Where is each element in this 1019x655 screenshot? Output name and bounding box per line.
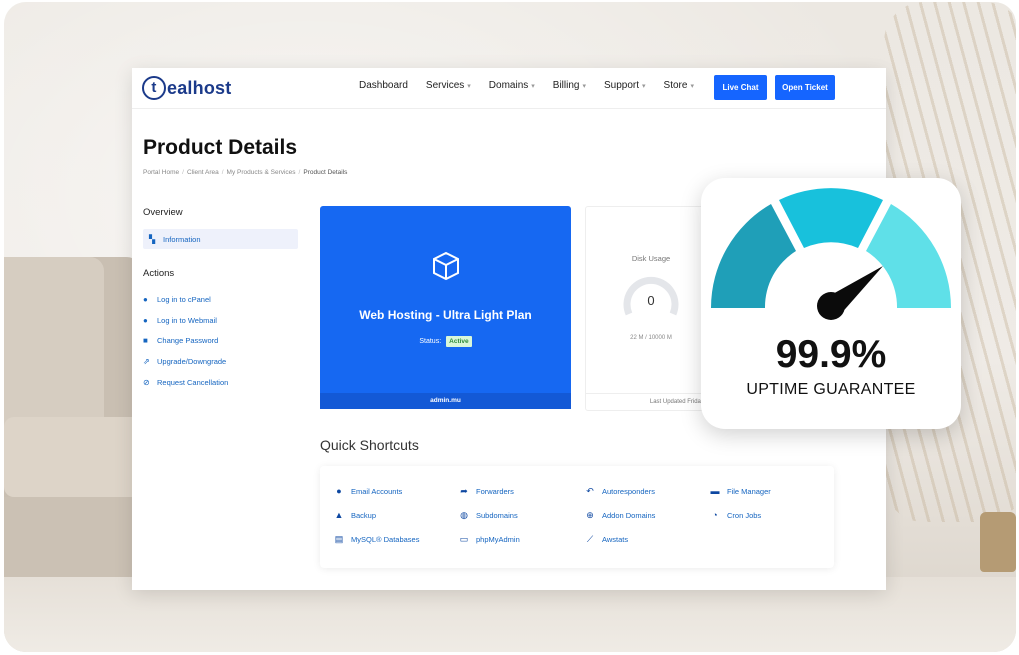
page-title: Product Details <box>143 136 298 159</box>
folder-icon: ▬ <box>710 486 720 496</box>
logo-mark: t <box>142 76 166 100</box>
database-icon: ▤ <box>334 533 344 544</box>
breadcrumb: Portal Home / Client Area / My Products & Se… <box>143 169 348 176</box>
action-cpanel-login[interactable]: ● Log in to cPanel <box>143 295 211 304</box>
action-change-password[interactable]: ■ Change Password <box>143 336 218 345</box>
breadcrumb-my-products[interactable]: My Products & Services <box>227 169 296 176</box>
breadcrumb-client-area[interactable]: Client Area <box>187 169 219 176</box>
reply-icon: ↶ <box>586 485 594 496</box>
chevron-down-icon: ▾ <box>582 83 586 90</box>
nav-services[interactable]: Services ▾ <box>426 80 471 91</box>
live-chat-button[interactable]: Live Chat <box>714 75 767 100</box>
shortcut-addon-domains[interactable]: ⊕ Addon Domains <box>585 510 655 520</box>
product-status: Status: Active <box>320 336 571 347</box>
uptime-percentage: 99.9% <box>775 333 887 376</box>
breadcrumb-portal-home[interactable]: Portal Home <box>143 169 179 176</box>
chevron-down-icon: ▾ <box>642 83 646 90</box>
status-badge: Active <box>446 336 472 347</box>
uptime-caption: UPTIME GUARANTEE <box>746 381 916 398</box>
nav-dashboard[interactable]: Dashboard <box>359 80 408 91</box>
action-upgrade-downgrade[interactable]: ⇗ Upgrade/Downgrade <box>143 357 226 366</box>
sidebar-overview-heading: Overview <box>143 207 183 218</box>
sidebar-item-information-label[interactable]: ▚ Information <box>149 235 201 244</box>
logo-text: ealhost <box>167 77 232 98</box>
backup-icon: ▲ <box>334 510 344 520</box>
sofa-decor <box>4 257 144 577</box>
user-icon: ● <box>336 486 342 496</box>
upgrade-icon: ⇗ <box>143 356 150 366</box>
quick-shortcuts-title: Quick Shortcuts <box>320 437 419 453</box>
nav-billing[interactable]: Billing ▾ <box>553 80 586 91</box>
breadcrumb-current: Product Details <box>303 169 348 176</box>
user-icon: ● <box>143 294 148 304</box>
ban-icon: ⊘ <box>143 377 150 387</box>
globe-icon: ◍ <box>460 509 468 520</box>
shortcut-autoresponders[interactable]: ↶ Autoresponders <box>585 486 655 496</box>
cube-icon <box>433 251 459 281</box>
action-webmail-login[interactable]: ● Log in to Webmail <box>143 316 217 325</box>
product-plan-name: Web Hosting - Ultra Light Plan <box>359 308 532 322</box>
chart-icon: ⟋ <box>586 533 594 544</box>
chevron-down-icon: ▾ <box>531 83 535 90</box>
product-card: Web Hosting - Ultra Light Plan Status: Ac… <box>320 206 571 409</box>
grid-icon: ▚ <box>149 234 156 244</box>
open-ticket-button[interactable]: Open Ticket <box>775 75 835 100</box>
chevron-down-icon: ▾ <box>467 83 471 90</box>
shortcut-mysql-databases[interactable]: ▤ MySQL® Databases <box>334 533 420 544</box>
shortcut-forwarders[interactable]: ➦ Forwarders <box>459 486 514 496</box>
shortcut-awstats[interactable]: ⟋ Awstats <box>585 534 628 544</box>
nav-store[interactable]: Store ▾ <box>664 80 694 91</box>
action-request-cancellation[interactable]: ⊘ Request Cancellation <box>143 378 228 387</box>
window-icon: ▭ <box>459 533 469 544</box>
clock-icon: ◔ <box>712 510 718 520</box>
vase-decor <box>980 512 1016 572</box>
share-icon: ➦ <box>460 485 468 496</box>
lock-icon: ■ <box>143 335 148 345</box>
uptime-badge: 99.9% UPTIME GUARANTEE <box>701 178 961 429</box>
chevron-down-icon: ▾ <box>690 83 694 90</box>
quick-shortcuts-panel: ● Email Accounts ➦ Forwarders ↶ Autorespond… <box>320 466 834 568</box>
user-icon: ● <box>143 315 148 325</box>
shortcut-phpmyadmin[interactable]: ▭ phpMyAdmin <box>459 534 520 544</box>
nav-domains[interactable]: Domains ▾ <box>489 80 535 91</box>
disk-usage-amount: 22 M / 10000 M <box>630 335 672 341</box>
shortcut-backup[interactable]: ▲ Backup <box>334 510 377 520</box>
plus-circle-icon: ⊕ <box>586 509 594 520</box>
top-navbar: t ealhost Dashboard Services ▾ Domains ▾ Bi… <box>132 68 886 109</box>
uptime-gauge-icon <box>711 188 951 320</box>
disk-usage-label: Disk Usage <box>631 254 671 263</box>
main-nav: Dashboard Services ▾ Domains ▾ Billing ▾ Su… <box>359 80 694 91</box>
nav-support[interactable]: Support ▾ <box>604 80 646 91</box>
sidebar-actions-heading: Actions <box>143 268 175 279</box>
shortcut-subdomains[interactable]: ◍ Subdomains <box>459 510 518 520</box>
shortcut-file-manager[interactable]: ▬ File Manager <box>710 486 771 496</box>
disk-usage-value: 0 <box>647 293 655 308</box>
product-username: admin.mu <box>320 393 571 409</box>
brand-logo[interactable]: t ealhost <box>142 75 231 101</box>
shortcut-cron-jobs[interactable]: ◔ Cron Jobs <box>710 510 761 520</box>
shortcut-email-accounts[interactable]: ● Email Accounts <box>334 486 402 496</box>
